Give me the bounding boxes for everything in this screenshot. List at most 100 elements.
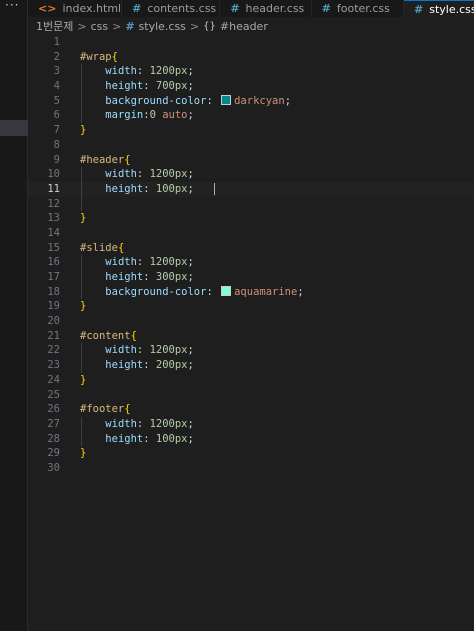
chevron-right-icon: > (112, 19, 122, 33)
breadcrumb-folder[interactable]: 1번문제 (36, 18, 73, 34)
code-text: height: 200px; (80, 358, 194, 373)
code-line[interactable]: 4 height: 700px; (28, 79, 474, 94)
code-line[interactable]: 2 #wrap{ (28, 50, 474, 65)
token-punc: : (136, 65, 150, 78)
token-num: 200px (155, 359, 188, 372)
line-number: 29 (47, 447, 60, 460)
tab-style-css[interactable]: # style.css (404, 0, 474, 17)
token-num: 1200px (149, 256, 188, 269)
code-line[interactable]: 26 #footer{ (28, 402, 474, 417)
code-text: #slide{ (80, 241, 124, 256)
token-ws (80, 168, 105, 180)
code-line[interactable]: 20 (28, 314, 474, 329)
code-line[interactable]: 16 width: 1200px; (28, 255, 474, 270)
token-punc: ; (187, 182, 194, 195)
code-line[interactable]: 5 background-color: darkcyan; (28, 93, 474, 109)
code-line[interactable]: 11 height: 100px; (28, 181, 474, 197)
code-line[interactable]: 14 (28, 226, 474, 241)
line-number: 5 (53, 94, 60, 107)
code-text: width: 1200px; (80, 167, 194, 182)
code-text: width: 1200px; (80, 255, 194, 270)
code-line[interactable]: 9 #header{ (28, 153, 474, 168)
tab-label: footer.css (336, 2, 390, 15)
breadcrumb-subfolder[interactable]: css (91, 20, 109, 33)
code-text: #footer{ (80, 402, 131, 417)
color-swatch[interactable] (221, 94, 232, 105)
line-number: 26 (47, 403, 60, 416)
token-punc: ; (187, 80, 194, 93)
token-br: } (80, 300, 87, 313)
code-line[interactable]: 29} (28, 446, 474, 461)
code-line[interactable]: 12 (28, 196, 474, 212)
code-line[interactable]: 24} (28, 373, 474, 388)
more-actions-icon[interactable]: ··· (5, 0, 19, 12)
code-line[interactable]: 17 height: 300px; (28, 270, 474, 285)
code-text: width: 1200px; (80, 343, 194, 358)
token-ws (80, 80, 105, 92)
token-ws (80, 344, 105, 356)
code-line[interactable]: 1 (28, 35, 474, 50)
token-punc: ; (187, 359, 194, 372)
code-line[interactable]: 13} (28, 211, 474, 226)
line-number: 28 (47, 432, 60, 445)
token-sel: #header (80, 153, 125, 166)
token-punc: ; (284, 94, 292, 107)
line-number: 17 (47, 271, 60, 283)
line-number: 14 (47, 226, 60, 239)
token-sel: #wrap (80, 50, 112, 63)
color-swatch[interactable] (221, 285, 232, 296)
tab-label: contents.css (147, 2, 217, 15)
line-number: 9 (53, 153, 60, 166)
code-line[interactable]: 10 width: 1200px; (28, 167, 474, 182)
code-text: #wrap{ (80, 50, 118, 65)
code-line[interactable]: 21 #content{ (28, 329, 474, 344)
token-punc: : (136, 168, 150, 181)
tab-index-html[interactable]: <> index.html (28, 0, 123, 17)
token-num: 1200px (149, 417, 188, 430)
tab-contents-css[interactable]: # contents.css (122, 0, 221, 17)
token-ws (80, 256, 105, 268)
code-text: background-color: aquamarine; (80, 285, 304, 300)
line-number: 2 (53, 50, 60, 63)
tab-header-css[interactable]: # header.css (220, 0, 312, 17)
code-line[interactable]: 19} (28, 299, 474, 314)
code-line[interactable]: 6 margin:0 auto; (28, 108, 474, 124)
code-line[interactable]: 22 width: 1200px; (28, 343, 474, 359)
code-line[interactable]: 15 #slide{ (28, 241, 474, 256)
code-line[interactable]: 7} (28, 123, 474, 138)
code-line[interactable]: 27 width: 1200px; (28, 416, 474, 432)
code-line[interactable]: 30 (28, 461, 474, 476)
line-number: 30 (47, 461, 60, 474)
breadcrumb-symbol[interactable]: #header (220, 20, 268, 33)
token-sel: #content (80, 329, 131, 342)
breadcrumb-file[interactable]: style.css (139, 20, 186, 33)
code-line[interactable]: 8 (28, 138, 474, 153)
token-br: } (80, 124, 87, 137)
line-number: 4 (53, 80, 60, 93)
code-line[interactable]: 28 height: 100px; (28, 431, 474, 447)
line-number: 10 (47, 168, 60, 181)
line-number: 6 (53, 109, 60, 122)
token-punc: : (143, 80, 156, 93)
token-punc: ; (187, 109, 194, 122)
code-line[interactable]: 23 height: 200px; (28, 358, 474, 373)
html-file-icon: <> (38, 2, 57, 15)
token-punc: : (206, 285, 220, 298)
code-line[interactable]: 18 background-color: aquamarine; (28, 284, 474, 300)
line-number: 11 (47, 182, 60, 195)
token-prop: width (105, 417, 137, 430)
token-prop: height (105, 359, 144, 372)
text-cursor (214, 182, 215, 195)
breadcrumb: 1번문제 > css > # style.css > {} #header (36, 18, 474, 34)
explorer-active-row[interactable] (0, 120, 28, 136)
code-line[interactable]: 3 width: 1200px; (28, 64, 474, 80)
token-punc: ; (187, 256, 194, 269)
code-line[interactable]: 25 (28, 388, 474, 403)
css-file-icon: # (414, 2, 424, 16)
token-val: auto (162, 109, 188, 122)
token-num: 300px (155, 271, 188, 283)
tab-footer-css[interactable]: # footer.css (312, 0, 404, 17)
code-text: width: 1200px; (80, 417, 194, 432)
code-editor[interactable]: 1 2 #wrap{3 width: 1200px; 4 height: 700px;… (28, 35, 474, 631)
token-ws (80, 286, 105, 298)
